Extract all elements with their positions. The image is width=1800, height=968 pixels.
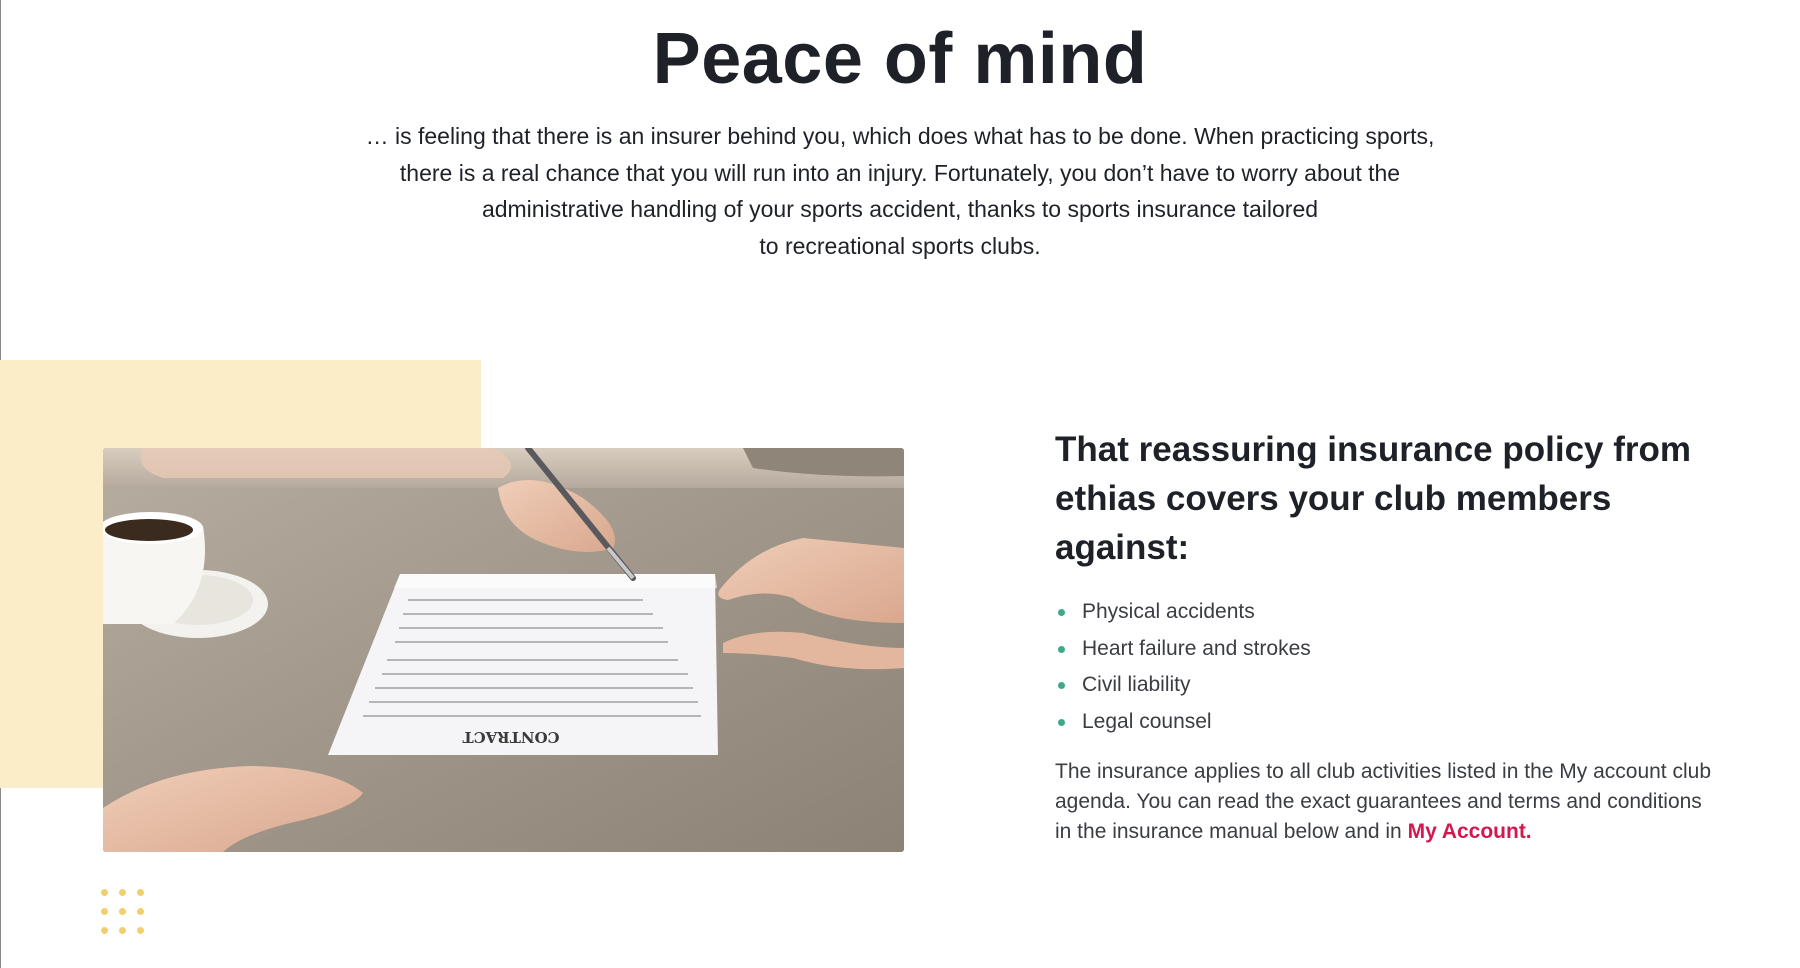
list-item: Legal counsel: [1055, 704, 1755, 741]
contract-label: CONTRACT: [462, 728, 560, 746]
list-item-label: Legal counsel: [1082, 709, 1212, 733]
list-item: Heart failure and strokes: [1055, 631, 1755, 668]
dot-grid-icon: [101, 889, 151, 937]
coverage-heading-line: ethias covers your club members: [1055, 479, 1612, 518]
my-account-link[interactable]: My Account.: [1408, 820, 1532, 843]
list-item-label: Heart failure and strokes: [1082, 636, 1311, 660]
coverage-heading: That reassuring insurance policy from et…: [1055, 425, 1755, 572]
hero-intro-line: administrative handling of your sports a…: [481, 196, 1319, 222]
hero-intro: … is feeling that there is an insurer be…: [300, 118, 1500, 264]
page: Peace of mind … is feeling that there is…: [0, 0, 1800, 968]
bullet-dot-icon: [1058, 609, 1065, 616]
coverage-note-text: The insurance applies to all club activi…: [1055, 760, 1712, 843]
bullet-dot-icon: [1058, 645, 1065, 653]
list-item-label: Physical accidents: [1082, 600, 1255, 623]
hero-intro-line: there is a real chance that you will run…: [399, 159, 1401, 186]
coverage-list: Physical accidents Heart failure and str…: [1055, 594, 1755, 740]
hero-intro-line: … is feeling that there is an insurer be…: [365, 123, 1435, 149]
coverage-heading-line: That reassuring insurance policy from: [1055, 430, 1691, 469]
hero-intro-line: to recreational sports clubs.: [759, 232, 1041, 259]
coverage-section: That reassuring insurance policy from et…: [1055, 425, 1755, 847]
coverage-heading-line: against:: [1055, 528, 1190, 567]
bullet-dot-icon: [1058, 682, 1065, 689]
list-item: Civil liability: [1055, 667, 1755, 704]
bullet-dot-icon: [1058, 718, 1065, 726]
list-item: Physical accidents: [1055, 594, 1755, 631]
page-title: Peace of mind: [652, 19, 1148, 99]
coverage-note: The insurance applies to all club activi…: [1055, 757, 1715, 847]
contract-signing-photo: CONTRACT: [103, 448, 904, 852]
list-item-label: Civil liability: [1082, 673, 1191, 696]
